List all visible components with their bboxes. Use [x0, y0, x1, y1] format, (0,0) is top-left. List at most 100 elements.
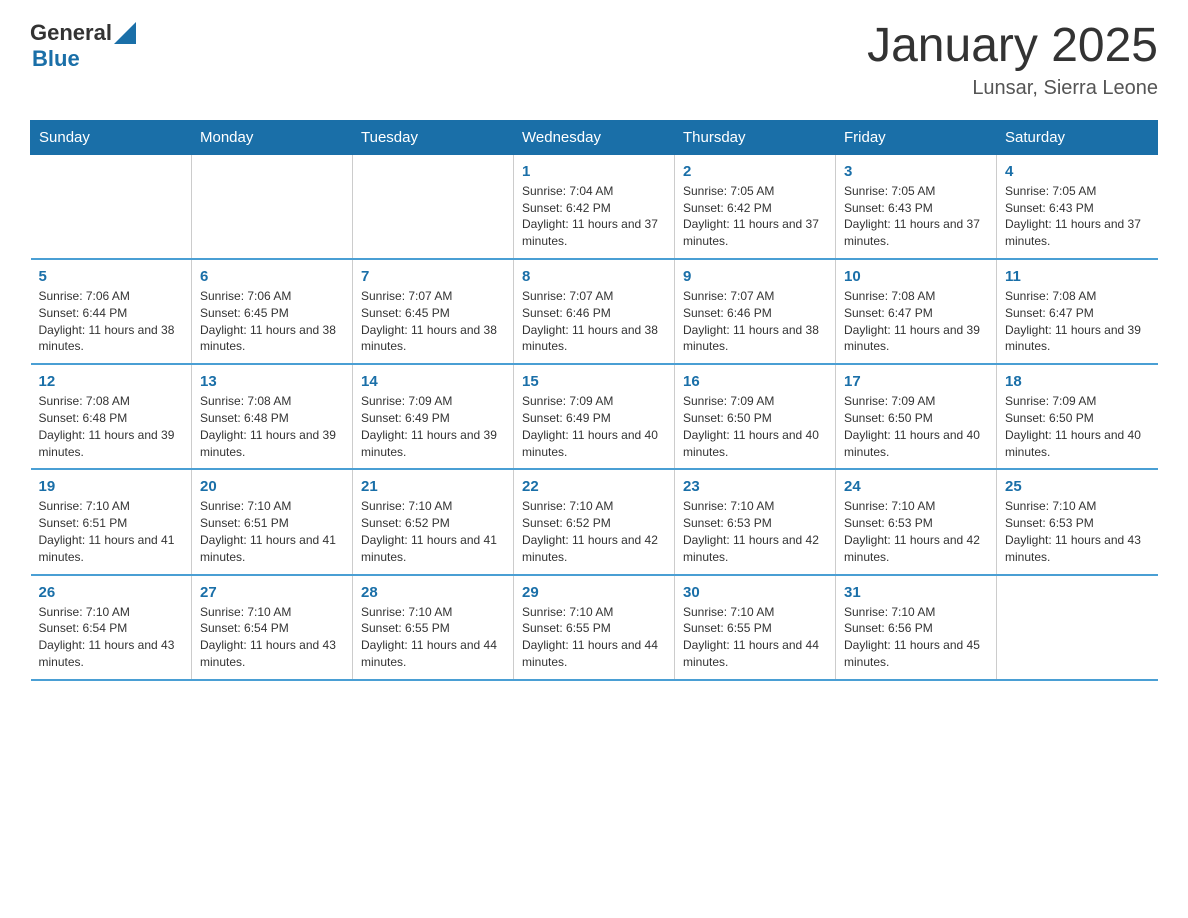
weekday-header-saturday: Saturday [997, 120, 1158, 154]
calendar-cell: 12 Sunrise: 7:08 AMSunset: 6:48 PMDayligh… [31, 364, 192, 469]
day-info: Sunrise: 7:09 AMSunset: 6:50 PMDaylight:… [844, 393, 988, 460]
day-info: Sunrise: 7:10 AMSunset: 6:51 PMDaylight:… [200, 498, 344, 565]
week-row-2: 5 Sunrise: 7:06 AMSunset: 6:44 PMDaylight… [31, 259, 1158, 364]
day-info: Sunrise: 7:08 AMSunset: 6:47 PMDaylight:… [1005, 288, 1150, 355]
calendar-cell: 21 Sunrise: 7:10 AMSunset: 6:52 PMDayligh… [353, 469, 514, 574]
day-info: Sunrise: 7:10 AMSunset: 6:53 PMDaylight:… [683, 498, 827, 565]
calendar-table: SundayMondayTuesdayWednesdayThursdayFrid… [30, 120, 1158, 681]
day-number: 18 [1005, 373, 1150, 390]
logo: General Blue [30, 20, 136, 73]
calendar-cell: 8Sunrise: 7:07 AMSunset: 6:46 PMDaylight… [514, 259, 675, 364]
day-info: Sunrise: 7:10 AMSunset: 6:54 PMDaylight:… [200, 604, 344, 671]
calendar-cell: 18 Sunrise: 7:09 AMSunset: 6:50 PMDayligh… [997, 364, 1158, 469]
day-number: 21 [361, 478, 505, 495]
day-info: Sunrise: 7:07 AMSunset: 6:46 PMDaylight:… [683, 288, 827, 355]
calendar-cell: 23 Sunrise: 7:10 AMSunset: 6:53 PMDayligh… [675, 469, 836, 574]
day-info: Sunrise: 7:05 AMSunset: 6:43 PMDaylight:… [1005, 183, 1150, 250]
day-number: 19 [39, 478, 184, 495]
logo-triangle-icon [114, 22, 136, 44]
day-number: 29 [522, 584, 666, 601]
calendar-cell: 5 Sunrise: 7:06 AMSunset: 6:44 PMDaylight… [31, 259, 192, 364]
day-number: 25 [1005, 478, 1150, 495]
calendar-cell: 22Sunrise: 7:10 AMSunset: 6:52 PMDayligh… [514, 469, 675, 574]
weekday-header-monday: Monday [192, 120, 353, 154]
logo-blue: Blue [30, 46, 136, 72]
calendar-cell: 19 Sunrise: 7:10 AMSunset: 6:51 PMDayligh… [31, 469, 192, 574]
title-section: January 2025 Lunsar, Sierra Leone [867, 20, 1158, 100]
day-info: Sunrise: 7:10 AMSunset: 6:51 PMDaylight:… [39, 498, 184, 565]
calendar-cell: 1 Sunrise: 7:04 AMSunset: 6:42 PMDaylight… [514, 154, 675, 259]
day-number: 5 [39, 268, 184, 285]
calendar-cell: 7Sunrise: 7:07 AMSunset: 6:45 PMDaylight… [353, 259, 514, 364]
calendar-cell: 13Sunrise: 7:08 AMSunset: 6:48 PMDayligh… [192, 364, 353, 469]
day-info: Sunrise: 7:07 AMSunset: 6:45 PMDaylight:… [361, 288, 505, 355]
day-number: 23 [683, 478, 827, 495]
calendar-cell: 16 Sunrise: 7:09 AMSunset: 6:50 PMDayligh… [675, 364, 836, 469]
day-info: Sunrise: 7:09 AMSunset: 6:49 PMDaylight:… [522, 393, 666, 460]
calendar-cell: 28Sunrise: 7:10 AMSunset: 6:55 PMDayligh… [353, 575, 514, 680]
calendar-title: January 2025 [867, 20, 1158, 73]
week-row-3: 12 Sunrise: 7:08 AMSunset: 6:48 PMDayligh… [31, 364, 1158, 469]
day-number: 12 [39, 373, 184, 390]
day-info: Sunrise: 7:10 AMSunset: 6:52 PMDaylight:… [361, 498, 505, 565]
calendar-cell: 6 Sunrise: 7:06 AMSunset: 6:45 PMDaylight… [192, 259, 353, 364]
weekday-header-thursday: Thursday [675, 120, 836, 154]
day-info: Sunrise: 7:09 AMSunset: 6:50 PMDaylight:… [683, 393, 827, 460]
day-info: Sunrise: 7:10 AMSunset: 6:53 PMDaylight:… [844, 498, 988, 565]
day-info: Sunrise: 7:05 AMSunset: 6:42 PMDaylight:… [683, 183, 827, 250]
week-row-5: 26 Sunrise: 7:10 AMSunset: 6:54 PMDayligh… [31, 575, 1158, 680]
day-info: Sunrise: 7:10 AMSunset: 6:55 PMDaylight:… [522, 604, 666, 671]
day-number: 9 [683, 268, 827, 285]
day-number: 20 [200, 478, 344, 495]
calendar-cell [192, 154, 353, 259]
day-number: 17 [844, 373, 988, 390]
day-number: 24 [844, 478, 988, 495]
calendar-cell: 26Sunrise: 7:10 AMSunset: 6:54 PMDayligh… [31, 575, 192, 680]
calendar-cell [997, 575, 1158, 680]
day-number: 4 [1005, 163, 1150, 180]
logo-general: General [30, 20, 112, 46]
calendar-cell: 11Sunrise: 7:08 AMSunset: 6:47 PMDayligh… [997, 259, 1158, 364]
calendar-cell: 3Sunrise: 7:05 AMSunset: 6:43 PMDaylight… [836, 154, 997, 259]
day-number: 2 [683, 163, 827, 180]
day-number: 31 [844, 584, 988, 601]
day-info: Sunrise: 7:10 AMSunset: 6:55 PMDaylight:… [361, 604, 505, 671]
weekday-header-tuesday: Tuesday [353, 120, 514, 154]
calendar-cell: 29 Sunrise: 7:10 AMSunset: 6:55 PMDayligh… [514, 575, 675, 680]
calendar-cell: 30Sunrise: 7:10 AMSunset: 6:55 PMDayligh… [675, 575, 836, 680]
day-info: Sunrise: 7:04 AMSunset: 6:42 PMDaylight:… [522, 183, 666, 250]
day-info: Sunrise: 7:09 AMSunset: 6:50 PMDaylight:… [1005, 393, 1150, 460]
weekday-header-row: SundayMondayTuesdayWednesdayThursdayFrid… [31, 120, 1158, 154]
day-info: Sunrise: 7:10 AMSunset: 6:52 PMDaylight:… [522, 498, 666, 565]
calendar-cell: 25 Sunrise: 7:10 AMSunset: 6:53 PMDayligh… [997, 469, 1158, 574]
calendar-cell: 17 Sunrise: 7:09 AMSunset: 6:50 PMDayligh… [836, 364, 997, 469]
calendar-cell: 15 Sunrise: 7:09 AMSunset: 6:49 PMDayligh… [514, 364, 675, 469]
day-info: Sunrise: 7:08 AMSunset: 6:48 PMDaylight:… [200, 393, 344, 460]
day-info: Sunrise: 7:10 AMSunset: 6:56 PMDaylight:… [844, 604, 988, 671]
day-info: Sunrise: 7:10 AMSunset: 6:53 PMDaylight:… [1005, 498, 1150, 565]
calendar-subtitle: Lunsar, Sierra Leone [867, 77, 1158, 100]
calendar-cell [353, 154, 514, 259]
weekday-header-sunday: Sunday [31, 120, 192, 154]
day-number: 15 [522, 373, 666, 390]
day-number: 26 [39, 584, 184, 601]
day-info: Sunrise: 7:09 AMSunset: 6:49 PMDaylight:… [361, 393, 505, 460]
week-row-1: 1 Sunrise: 7:04 AMSunset: 6:42 PMDaylight… [31, 154, 1158, 259]
week-row-4: 19 Sunrise: 7:10 AMSunset: 6:51 PMDayligh… [31, 469, 1158, 574]
calendar-cell: 20 Sunrise: 7:10 AMSunset: 6:51 PMDayligh… [192, 469, 353, 574]
day-number: 6 [200, 268, 344, 285]
day-info: Sunrise: 7:05 AMSunset: 6:43 PMDaylight:… [844, 183, 988, 250]
calendar-cell: 10Sunrise: 7:08 AMSunset: 6:47 PMDayligh… [836, 259, 997, 364]
day-number: 16 [683, 373, 827, 390]
weekday-header-wednesday: Wednesday [514, 120, 675, 154]
calendar-cell [31, 154, 192, 259]
calendar-cell: 9 Sunrise: 7:07 AMSunset: 6:46 PMDaylight… [675, 259, 836, 364]
day-number: 27 [200, 584, 344, 601]
day-info: Sunrise: 7:08 AMSunset: 6:48 PMDaylight:… [39, 393, 184, 460]
day-info: Sunrise: 7:06 AMSunset: 6:44 PMDaylight:… [39, 288, 184, 355]
day-number: 1 [522, 163, 666, 180]
day-number: 10 [844, 268, 988, 285]
calendar-cell: 2 Sunrise: 7:05 AMSunset: 6:42 PMDaylight… [675, 154, 836, 259]
calendar-cell: 4 Sunrise: 7:05 AMSunset: 6:43 PMDaylight… [997, 154, 1158, 259]
day-info: Sunrise: 7:06 AMSunset: 6:45 PMDaylight:… [200, 288, 344, 355]
